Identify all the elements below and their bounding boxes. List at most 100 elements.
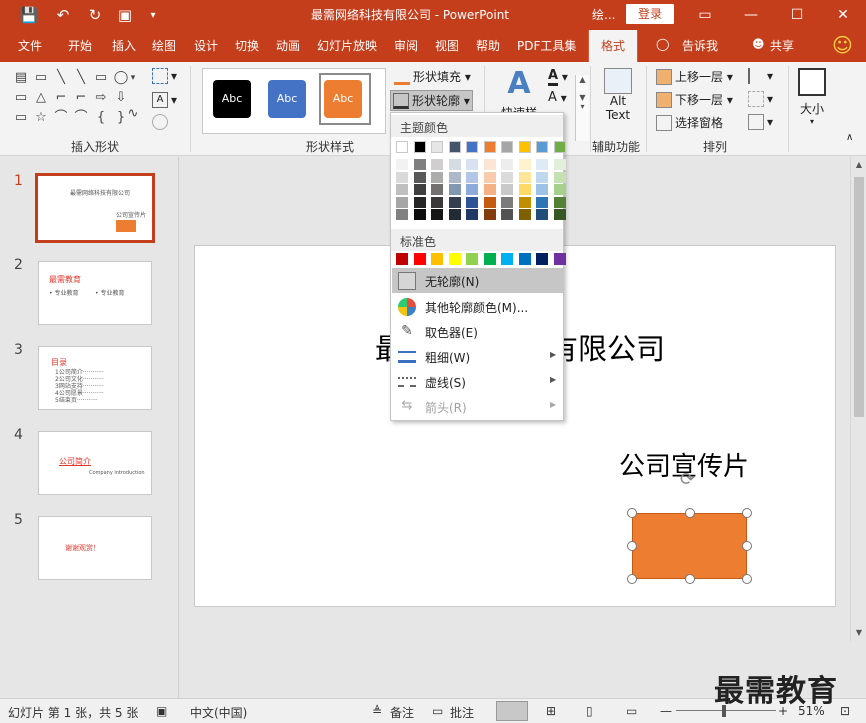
slide-thumbnail-4[interactable]: 公司简介 Company introduction	[38, 431, 152, 495]
color-swatch[interactable]	[536, 171, 548, 183]
language-status[interactable]: 中文(中国)	[190, 704, 247, 721]
color-swatch[interactable]	[501, 184, 513, 195]
color-swatch[interactable]	[431, 209, 443, 220]
zoom-out-button[interactable]: —	[660, 704, 672, 718]
resize-handle[interactable]	[742, 574, 752, 584]
color-swatch[interactable]	[483, 253, 496, 265]
rotation-handle-icon[interactable]: ⟳	[680, 469, 695, 490]
slide-thumbnail-3[interactable]: 目录 1公司简介··········· 2公司文化··········· 3网站…	[38, 346, 152, 410]
color-swatch[interactable]	[466, 184, 478, 195]
slide-thumbnail-5[interactable]: 谢谢观赏！	[38, 516, 152, 580]
style-black[interactable]: Abc	[213, 80, 251, 118]
slide-thumbnail-1[interactable]: 最需网络科技有限公司 公司宣传片	[35, 173, 155, 243]
person-icon[interactable]: ☻	[752, 37, 765, 51]
notes-icon[interactable]: ≜	[372, 704, 382, 718]
normal-view-button[interactable]	[496, 701, 528, 721]
rectangle-shape-icon[interactable]: ▭	[92, 70, 110, 86]
color-swatch[interactable]	[536, 184, 548, 195]
no-outline-item[interactable]: 无轮廓(N)	[392, 268, 563, 293]
color-swatch[interactable]	[431, 159, 443, 170]
merge-shapes-button[interactable]	[152, 114, 171, 130]
feedback-smiley-icon[interactable]: ☺	[832, 33, 853, 57]
maximize-icon[interactable]: ☐	[774, 0, 820, 30]
color-swatch[interactable]	[536, 141, 548, 153]
color-swatch[interactable]	[483, 141, 496, 153]
color-swatch[interactable]	[413, 141, 426, 153]
color-swatch[interactable]	[466, 253, 478, 265]
group-button[interactable]: ▾	[748, 91, 773, 107]
account-name[interactable]: 绘...	[592, 6, 615, 23]
size-button[interactable]: 大小 ▾	[794, 68, 830, 126]
resize-handle[interactable]	[627, 508, 637, 518]
color-swatch[interactable]	[396, 209, 408, 220]
scroll-down-icon[interactable]: ▼	[853, 627, 865, 639]
color-swatch[interactable]	[553, 253, 566, 265]
color-swatch[interactable]	[501, 171, 513, 183]
color-swatch[interactable]	[466, 159, 478, 170]
alt-text-button[interactable]: Alt Text	[598, 68, 638, 122]
tell-me-search[interactable]: 告诉我	[682, 37, 718, 54]
connector-shape-icon[interactable]: ⌐	[52, 90, 70, 106]
color-swatch[interactable]	[518, 184, 531, 195]
color-swatch[interactable]	[396, 196, 408, 208]
color-swatch[interactable]	[448, 253, 461, 265]
color-swatch[interactable]	[536, 196, 548, 208]
resize-handle[interactable]	[742, 541, 752, 551]
dashes-item[interactable]: 虚线(S) ▶	[392, 369, 563, 394]
tab-slideshow[interactable]: 幻灯片放映	[317, 37, 377, 54]
login-button[interactable]: 登录	[626, 4, 674, 24]
color-swatch[interactable]	[553, 196, 566, 208]
start-presentation-icon[interactable]: ▣	[112, 4, 138, 26]
textbox-button[interactable]: A ▾	[152, 92, 177, 108]
selected-orange-rectangle[interactable]	[632, 513, 747, 579]
comments-icon[interactable]: ▭	[432, 704, 443, 718]
color-swatch[interactable]	[536, 159, 548, 170]
color-swatch[interactable]	[448, 196, 461, 208]
save-icon[interactable]: 💾	[16, 4, 42, 26]
arc-shape-icon[interactable]: ⌒	[52, 110, 70, 126]
line-shape-icon[interactable]: ╲	[72, 70, 90, 86]
resize-handle[interactable]	[627, 574, 637, 584]
connector-shape-icon[interactable]: ⌐	[72, 90, 90, 106]
tab-view[interactable]: 视图	[435, 37, 459, 54]
text-fill-button[interactable]: A ▾	[548, 68, 568, 86]
fit-slide-icon[interactable]: ⊡	[840, 704, 850, 718]
tab-file[interactable]: 文件	[18, 37, 42, 54]
resize-handle[interactable]	[685, 574, 695, 584]
shapes-gallery[interactable]: ▤ ▭ ╲ ╲ ▭ ◯ ▭ △ ⌐ ⌐ ⇨ ⇩ ▭ ☆ ⌒ ⌒ { }	[8, 68, 138, 132]
color-swatch[interactable]	[396, 159, 408, 170]
color-swatch[interactable]	[483, 184, 496, 195]
slide-thumbnail-2[interactable]: 最需教育 • 专业教育 • 专业教育	[38, 261, 152, 325]
color-swatch[interactable]	[483, 171, 496, 183]
customize-toolbar-icon[interactable]: ▾	[140, 4, 166, 26]
color-swatch[interactable]	[501, 253, 513, 265]
color-swatch[interactable]	[518, 253, 531, 265]
ribbon-display-options-icon[interactable]: ▭	[682, 0, 728, 30]
rounded-rect-shape-icon[interactable]: ▭	[12, 90, 30, 106]
color-swatch[interactable]	[413, 196, 426, 208]
share-button[interactable]: 共享	[770, 37, 794, 54]
color-swatch[interactable]	[396, 253, 408, 265]
weight-item[interactable]: 粗细(W) ▶	[392, 344, 563, 369]
tab-help[interactable]: 帮助	[476, 37, 500, 54]
zoom-slider[interactable]	[676, 710, 776, 711]
color-swatch[interactable]	[448, 209, 461, 220]
color-swatch[interactable]	[501, 159, 513, 170]
arrow-right-shape-icon[interactable]: ⇨	[92, 90, 110, 106]
color-swatch[interactable]	[466, 141, 478, 153]
style-gallery-scroll[interactable]: ▲ ▼ ▾	[575, 75, 589, 141]
star-shape-icon[interactable]: ☆	[32, 110, 50, 126]
comments-button[interactable]: 批注	[450, 704, 474, 721]
shape-fill-button[interactable]: 形状填充 ▾	[394, 68, 471, 85]
minimize-icon[interactable]: —	[728, 0, 774, 30]
text-outline-button[interactable]: A ▾	[548, 90, 567, 105]
lightbulb-icon[interactable]: ◯	[656, 37, 669, 51]
gallery-more-icon[interactable]: ▾	[124, 70, 142, 86]
color-swatch[interactable]	[413, 159, 426, 170]
color-swatch[interactable]	[431, 141, 443, 153]
color-swatch[interactable]	[466, 209, 478, 220]
notes-button[interactable]: 备注	[390, 704, 414, 721]
color-swatch[interactable]	[448, 171, 461, 183]
shape-styles-gallery[interactable]: Abc Abc Abc ▲ ▼ ▾	[202, 68, 589, 141]
color-swatch[interactable]	[553, 159, 566, 170]
